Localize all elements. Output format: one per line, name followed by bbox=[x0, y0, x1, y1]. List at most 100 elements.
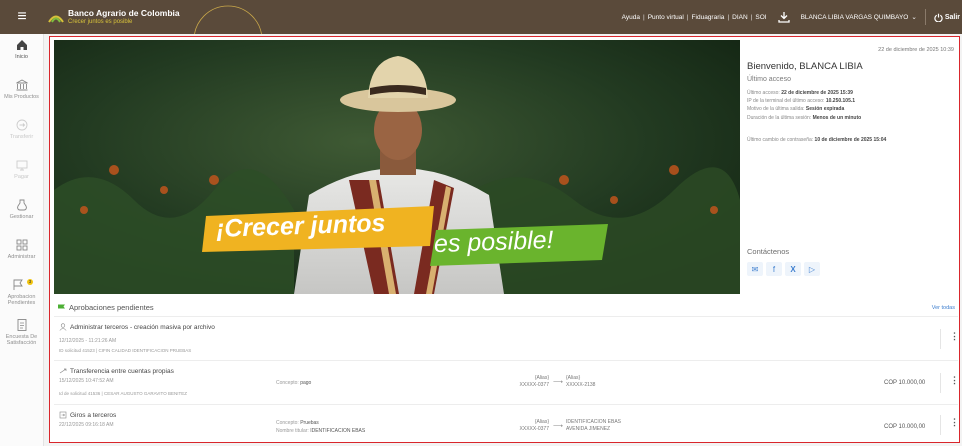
list-item[interactable]: Transferencia entre cuentas propias 15/1… bbox=[54, 361, 959, 405]
list-item[interactable]: Giros a terceros 22/12/2025 09:16:18 AM … bbox=[54, 405, 959, 441]
pending-header: Aprobaciones pendientes Ver todas bbox=[54, 299, 958, 317]
row-reference: Id de solicitud 41536 | CESAR AUGUSTO GA… bbox=[59, 391, 187, 396]
row-date: 15/12/2025 10:47:52 AM bbox=[59, 378, 114, 384]
info-label: Duración de la última sesión: bbox=[747, 114, 812, 121]
sidebar-item-label: Pagar bbox=[14, 174, 29, 180]
divider bbox=[940, 329, 941, 349]
destination-number: XXXXX-2138 bbox=[566, 382, 596, 388]
sidebar: Inicio Mis Productos Transferir Pagar Ge… bbox=[0, 34, 44, 446]
last-access-heading: Último acceso bbox=[747, 76, 791, 83]
chevron-down-icon: ⌄ bbox=[911, 14, 917, 21]
current-datetime: 22 de diciembre de 2025 10:39 bbox=[878, 47, 954, 53]
row-concept: Concepto: pago bbox=[276, 380, 311, 386]
link-soi[interactable]: SOI bbox=[755, 14, 766, 21]
see-all-link[interactable]: Ver todas bbox=[932, 305, 955, 311]
list-item[interactable]: Administrar terceros - creación masiva p… bbox=[54, 317, 959, 361]
sidebar-item-label: Transferir bbox=[9, 134, 34, 140]
logout-label: Salir bbox=[944, 13, 960, 21]
notification-badge: 3 bbox=[27, 279, 33, 285]
contact-heading: Contáctenos bbox=[747, 247, 790, 256]
destination-account: {Alias} XXXXX-2138 bbox=[566, 375, 595, 389]
more-options-icon[interactable]: ⋮ bbox=[950, 376, 959, 385]
password-change-info: Último cambio de contraseña: 10 de dicie… bbox=[747, 137, 886, 143]
sidebar-item-pagar[interactable]: Pagar bbox=[0, 154, 43, 194]
sidebar-item-aprobaciones[interactable]: 3 Aprobacion Pendientes bbox=[0, 274, 43, 314]
sidebar-item-encuesta[interactable]: Encuesta De Satisfacción bbox=[0, 314, 43, 354]
sidebar-item-label: Inicio bbox=[15, 54, 28, 60]
row-title: Giros a terceros bbox=[70, 411, 117, 419]
link-fiduagraria[interactable]: Fiduagraria bbox=[692, 14, 725, 21]
home-icon bbox=[16, 40, 27, 50]
flag-icon bbox=[13, 279, 23, 290]
sidebar-item-label: Gestionar bbox=[9, 214, 34, 220]
hamburger-menu-icon[interactable]: ≡ bbox=[0, 0, 44, 34]
promo-banner[interactable]: ¡Crecer juntos es posible! bbox=[54, 40, 740, 294]
row-amount: COP 10.000,00 bbox=[884, 380, 926, 386]
decorative-arc bbox=[194, 5, 262, 34]
link-ayuda[interactable]: Ayuda bbox=[622, 14, 640, 21]
power-icon bbox=[934, 13, 943, 22]
destination-account: IDENTIFICACION EBAS AVENIDA JIMENEZ bbox=[566, 419, 621, 433]
promo-line-1: ¡Crecer juntos bbox=[215, 209, 386, 243]
download-icon[interactable] bbox=[777, 10, 791, 24]
row-date: 22/12/2025 09:16:18 AM bbox=[59, 422, 114, 428]
bank-name: Banco Agrario de Colombia bbox=[68, 7, 180, 18]
info-value: 10.250.105.1 bbox=[825, 98, 856, 105]
origin-account: {Alias} XXXXX-0377 bbox=[507, 375, 549, 389]
info-value: Menos de un minuto bbox=[812, 114, 862, 121]
destination-alias: IDENTIFICACION EBAS bbox=[566, 419, 622, 425]
grid-icon bbox=[16, 239, 27, 251]
x-icon[interactable]: X bbox=[785, 262, 801, 276]
info-row: IP de la terminal del último acceso: 10.… bbox=[747, 97, 861, 105]
row-concept: Concepto: Pruebas Nombre titular: IDENTI… bbox=[276, 419, 365, 435]
link-punto-virtual[interactable]: Punto virtual bbox=[648, 14, 684, 21]
bank-icon bbox=[15, 79, 28, 91]
divider bbox=[940, 373, 941, 393]
origin-alias: {Alias} bbox=[534, 375, 549, 381]
pending-approvals: Aprobaciones pendientes Ver todas Admini… bbox=[54, 299, 959, 442]
concept-value: pago bbox=[300, 380, 312, 386]
flag-icon bbox=[58, 304, 65, 312]
facebook-icon[interactable]: f bbox=[766, 262, 782, 276]
info-label: IP de la terminal del último acceso: bbox=[747, 98, 825, 105]
transfer-icon bbox=[59, 411, 67, 419]
sidebar-item-label: Administrar bbox=[7, 254, 36, 260]
social-links: ✉ f X ▷ bbox=[747, 262, 820, 276]
sidebar-item-gestionar[interactable]: Gestionar bbox=[0, 194, 43, 234]
sidebar-item-inicio[interactable]: Inicio bbox=[0, 34, 43, 74]
origin-number: XXXXX-0377 bbox=[519, 426, 549, 432]
sidebar-item-mis-productos[interactable]: Mis Productos bbox=[0, 74, 43, 114]
bank-tagline: Crecer juntos es posible bbox=[68, 19, 133, 26]
row-date: 12/12/2025 - 11:21:26 AM bbox=[59, 338, 117, 344]
user-menu[interactable]: BLANCA LIBIA VARGAS QUIMBAYO ⌄ bbox=[801, 13, 917, 21]
info-value: 22 de diciembre de 2025 15:39 bbox=[781, 90, 853, 96]
more-options-icon[interactable]: ⋮ bbox=[950, 418, 959, 427]
sidebar-item-administrar[interactable]: Administrar bbox=[0, 234, 43, 274]
arrow-right-icon: ⟶ bbox=[553, 379, 564, 386]
last-access-info: Último acceso: 22 de diciembre de 2025 1… bbox=[747, 89, 861, 122]
sidebar-item-transferir[interactable]: Transferir bbox=[0, 114, 43, 154]
beneficiary-label: Nombre titular: bbox=[276, 428, 309, 434]
info-label: Motivo de la última salida: bbox=[747, 106, 805, 113]
origin-number: XXXXX-0377 bbox=[519, 382, 549, 388]
youtube-icon[interactable]: ▷ bbox=[804, 262, 820, 276]
info-row: Último acceso: 22 de diciembre de 2025 1… bbox=[747, 89, 861, 97]
row-amount: COP 10.000,00 bbox=[884, 424, 926, 430]
manage-icon bbox=[16, 199, 27, 211]
logout-button[interactable]: Salir bbox=[934, 13, 960, 22]
info-row: Duración de la última sesión: Menos de u… bbox=[747, 114, 861, 122]
promo-line-2: es posible! bbox=[433, 225, 554, 259]
user-icon bbox=[59, 323, 67, 331]
main-content: ¡Crecer juntos es posible! 22 de diciemb… bbox=[49, 36, 960, 443]
mail-icon[interactable]: ✉ bbox=[747, 262, 763, 276]
more-options-icon[interactable]: ⋮ bbox=[950, 332, 959, 341]
pending-title: Aprobaciones pendientes bbox=[69, 303, 154, 312]
bank-logo[interactable]: Banco Agrario de Colombia Crecer juntos … bbox=[48, 7, 180, 26]
concept-value: Pruebas bbox=[300, 420, 319, 426]
welcome-title: Bienvenido, BLANCA LIBIA bbox=[747, 61, 863, 72]
row-reference: ID solicitud 41523 | CIFIN CALIDAD IDENT… bbox=[59, 348, 192, 353]
row-title-wrap: Administrar terceros - creación masiva p… bbox=[59, 323, 215, 331]
concept-label: Concepto: bbox=[276, 380, 299, 386]
origin-alias: {Alias} bbox=[534, 419, 549, 425]
link-dian[interactable]: DIAN bbox=[732, 14, 748, 21]
